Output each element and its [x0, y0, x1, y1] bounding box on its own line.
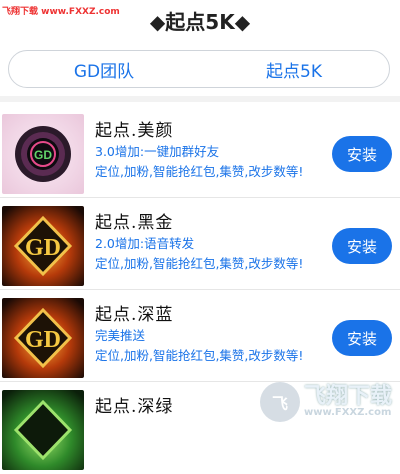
- segmented-control: GD团队 起点5K: [8, 50, 390, 88]
- list-item: GD 起点.深蓝 完美推送 定位,加粉,智能抢红包,集赞,改步数等! 安装: [0, 290, 400, 382]
- svg-text:GD: GD: [34, 148, 52, 162]
- app-thumb-shenlv: [2, 390, 84, 470]
- tab-gd-team[interactable]: GD团队: [9, 57, 199, 82]
- install-button[interactable]: 安装: [332, 136, 392, 172]
- divider: [0, 96, 400, 102]
- list-item: 起点.深绿: [0, 382, 400, 474]
- pink-lens-gd-logo-icon: GD: [15, 126, 71, 182]
- tab-qidian-5k[interactable]: 起点5K: [199, 57, 389, 82]
- list-item: GD 起点.美颜 3.0增加:一键加群好友 定位,加粉,智能抢红包,集赞,改步数…: [0, 106, 400, 198]
- app-thumb-shenlan: GD: [2, 298, 84, 378]
- list-item: GD 起点.黑金 2.0增加:语音转发 定位,加粉,智能抢红包,集赞,改步数等!…: [0, 198, 400, 290]
- app-description: 定位,加粉,智能抢红包,集赞,改步数等!: [95, 348, 304, 363]
- app-thumb-meiyan: GD: [2, 114, 84, 194]
- fire-gd-logo-icon: GD: [13, 307, 73, 369]
- svg-text:GD: GD: [25, 327, 61, 353]
- app-name: 起点.深蓝: [95, 305, 174, 325]
- page-title: ◆起点5K◆: [149, 9, 251, 34]
- app-feature: 3.0增加:一键加群好友: [95, 144, 220, 159]
- app-feature: 2.0增加:语音转发: [95, 236, 195, 251]
- fire-gd-logo-icon: GD: [13, 215, 73, 277]
- app-name: 起点.深绿: [95, 397, 174, 417]
- svg-text:GD: GD: [25, 235, 61, 261]
- app-feature: 完美推送: [95, 328, 146, 343]
- install-button[interactable]: 安装: [332, 320, 392, 356]
- app-thumb-heijin: GD: [2, 206, 84, 286]
- app-description: 定位,加粉,智能抢红包,集赞,改步数等!: [95, 164, 304, 179]
- install-button[interactable]: 安装: [332, 228, 392, 264]
- app-description: 定位,加粉,智能抢红包,集赞,改步数等!: [95, 256, 304, 271]
- app-name: 起点.黑金: [95, 213, 174, 233]
- green-gd-logo-icon: [13, 399, 73, 461]
- app-name: 起点.美颜: [95, 121, 174, 141]
